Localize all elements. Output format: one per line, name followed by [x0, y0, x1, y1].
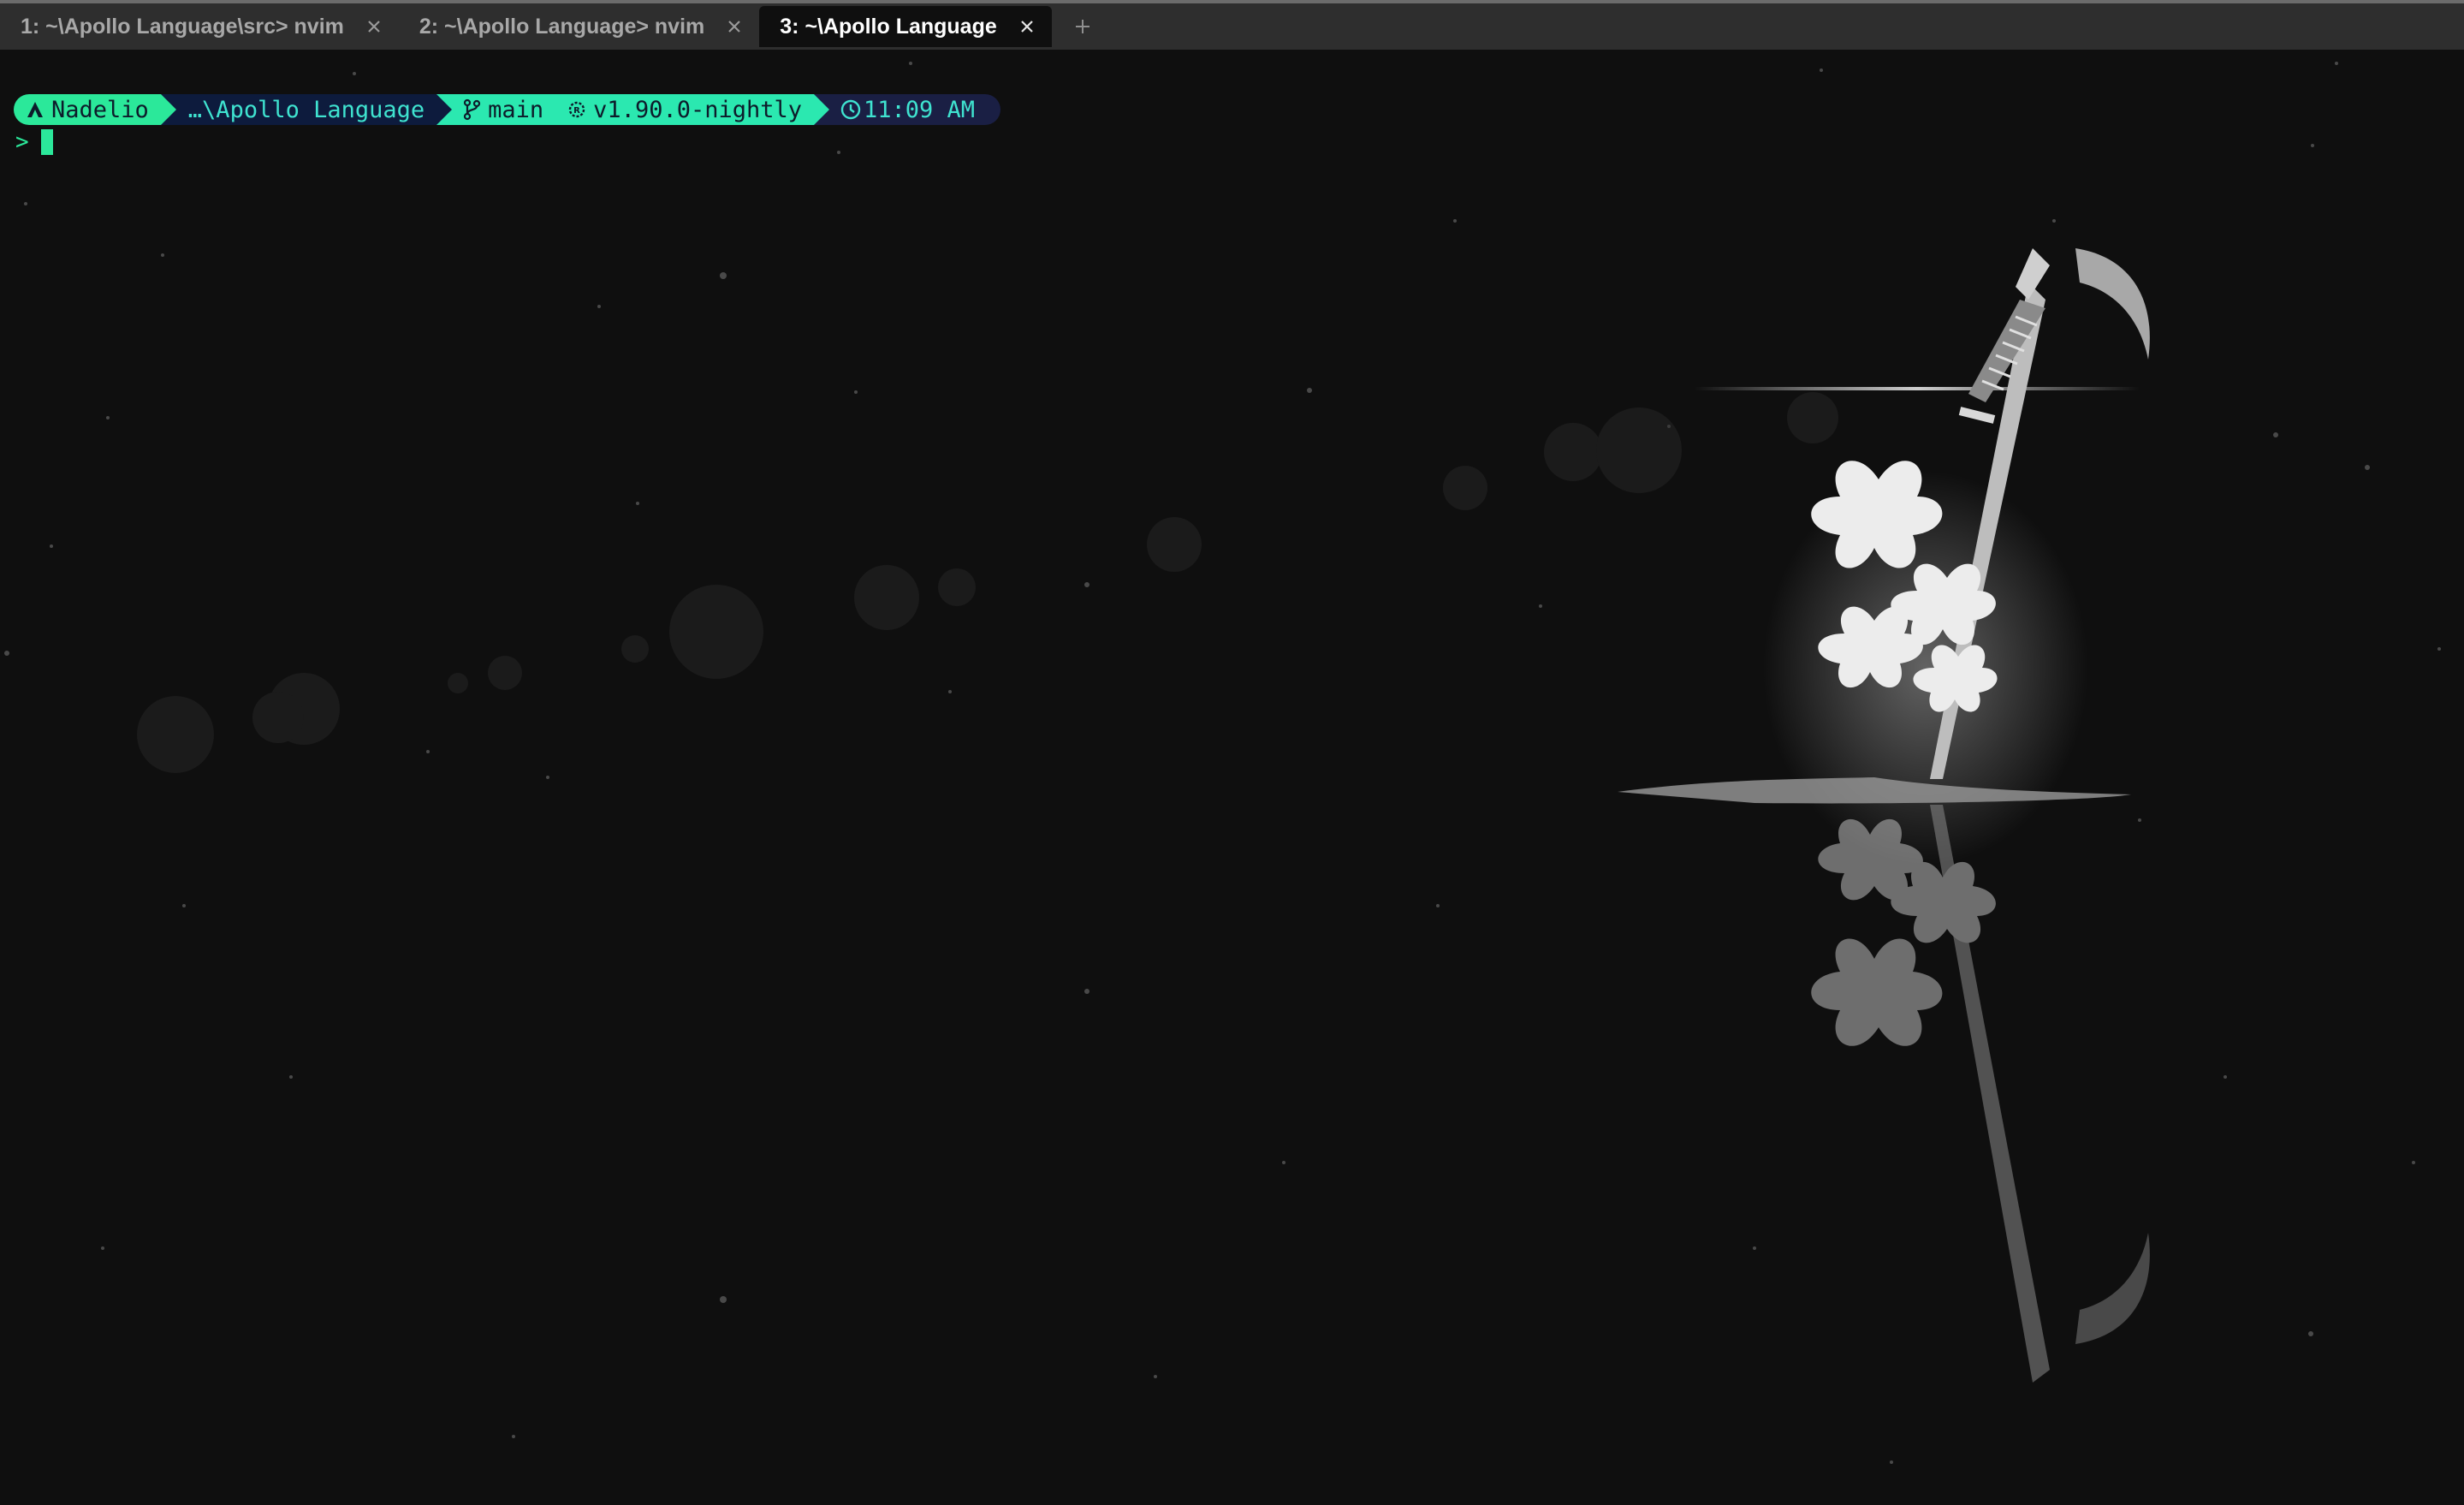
tab-2[interactable]: 2: ~\Apollo Language> nvim [399, 6, 759, 47]
terminal-window: 1: ~\Apollo Language\src> nvim 2: ~\Apol… [0, 0, 2464, 1505]
tab-1[interactable]: 1: ~\Apollo Language\src> nvim [0, 6, 399, 47]
shell-prompt: Nadelio …\Apollo Language main R v1.90.0… [14, 94, 1001, 125]
tab-3[interactable]: 3: ~\Apollo Language [759, 6, 1052, 47]
user-icon [26, 100, 45, 119]
tab-label: 1: ~\Apollo Language\src> nvim [21, 14, 344, 39]
prompt-git-segment: main [436, 94, 556, 125]
plus-icon[interactable] [1066, 9, 1100, 44]
tab-bar: 1: ~\Apollo Language\src> nvim 2: ~\Apol… [0, 0, 2464, 50]
prompt-version-segment: R v1.90.0-nightly [555, 94, 830, 125]
command-line[interactable]: > [15, 127, 53, 158]
tab-label: 3: ~\Apollo Language [780, 14, 997, 39]
svg-text:R: R [573, 106, 580, 116]
close-icon[interactable] [363, 15, 385, 38]
text-cursor [40, 129, 53, 155]
prompt-user-segment: Nadelio [14, 94, 176, 125]
tab-label: 2: ~\Apollo Language> nvim [419, 14, 705, 39]
close-icon[interactable] [723, 15, 745, 38]
prompt-symbol: > [15, 129, 29, 155]
prompt-branch: main [488, 96, 544, 123]
prompt-time-segment: 11:09 AM [814, 94, 1001, 125]
clock-icon [840, 98, 862, 121]
close-icon[interactable] [1016, 15, 1038, 38]
sword-flower-wallpaper [1618, 248, 2150, 1383]
rust-icon: R [567, 100, 586, 119]
prompt-user: Nadelio [51, 96, 149, 123]
git-branch-icon [462, 98, 481, 121]
prompt-time: 11:09 AM [864, 96, 976, 123]
prompt-path-segment: …\Apollo Language [160, 94, 453, 125]
prompt-version: v1.90.0-nightly [593, 96, 803, 123]
prompt-path: …\Apollo Language [187, 96, 425, 123]
